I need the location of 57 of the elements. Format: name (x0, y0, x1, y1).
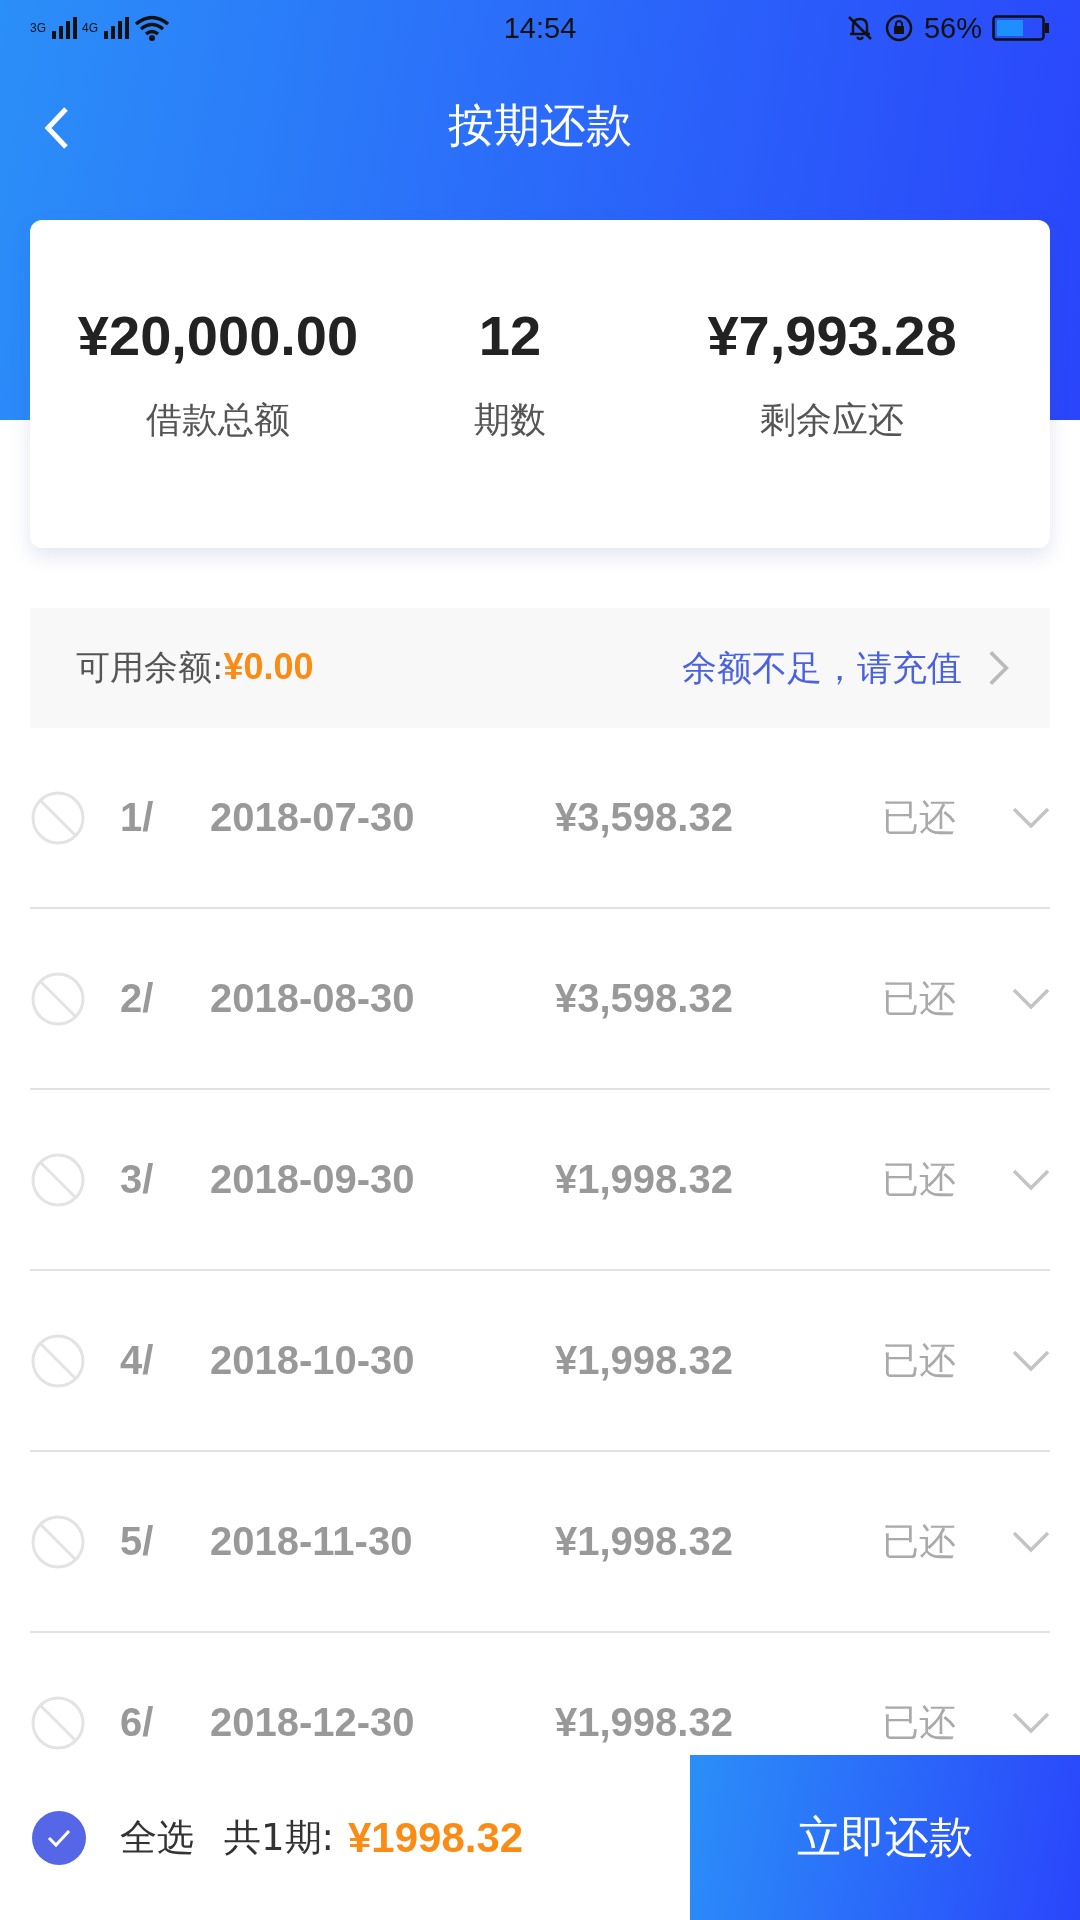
signal-icon (104, 17, 131, 39)
installment-amount: ¥1,998.32 (555, 1157, 734, 1202)
recharge-link[interactable]: 余额不足，请充值 (682, 644, 962, 692)
chevron-down-icon[interactable] (1012, 987, 1050, 1010)
summary-value: ¥7,993.28 (707, 308, 957, 364)
due-date: 2018-12-30 (210, 1700, 416, 1745)
pay-now-button[interactable]: 立即还款 (690, 1755, 1080, 1920)
battery-icon (992, 15, 1050, 41)
installment-index: 6/ (120, 1700, 155, 1745)
network-label: 3G (30, 21, 46, 35)
battery-percent: 56% (923, 11, 982, 45)
chevron-down-icon[interactable] (1012, 1349, 1050, 1372)
select-all-label: 全选 (120, 1814, 194, 1861)
network-label: 4G (82, 21, 99, 35)
installment-amount: ¥3,598.32 (555, 976, 734, 1021)
status-label: 已还 (882, 1156, 957, 1203)
summary-label: 借款总额 (146, 402, 290, 438)
installment-amount: ¥1,998.32 (555, 1519, 734, 1564)
summary-value: ¥20,000.00 (77, 308, 359, 364)
clock: 14:54 (503, 11, 577, 45)
summary-label: 期数 (474, 402, 546, 438)
status-label: 已还 (882, 975, 957, 1022)
installment-index: 5/ (120, 1519, 155, 1564)
muted-bell-icon (845, 14, 874, 42)
due-date: 2018-09-30 (210, 1157, 416, 1202)
page-title: 按期还款 (448, 97, 632, 154)
chevron-right-icon[interactable] (988, 649, 1010, 687)
balance-text: 可用余额:¥0.00 (76, 645, 315, 689)
chevron-down-icon[interactable] (1012, 1168, 1050, 1191)
check-icon (46, 1827, 72, 1848)
installment-index: 4/ (120, 1338, 155, 1383)
due-date: 2018-10-30 (210, 1338, 416, 1383)
wifi-icon (134, 15, 171, 41)
due-date: 2018-07-30 (210, 795, 416, 840)
installment-index: 1/ (120, 795, 155, 840)
summary-label: 剩余应还 (760, 402, 904, 438)
installment-amount: ¥1,998.32 (555, 1700, 734, 1745)
chevron-down-icon[interactable] (1012, 1711, 1050, 1734)
status-label: 已还 (882, 794, 957, 841)
due-date: 2018-08-30 (210, 976, 416, 1021)
status-label: 已还 (882, 1518, 957, 1565)
summary-value: 12 (478, 308, 542, 364)
status-label: 已还 (882, 1699, 957, 1746)
chevron-down-icon[interactable] (1012, 1530, 1050, 1553)
installment-index: 2/ (120, 976, 155, 1021)
back-icon[interactable] (44, 106, 70, 150)
installment-amount: ¥3,598.32 (555, 795, 734, 840)
signal-icon (52, 17, 78, 39)
due-date: 2018-11-30 (210, 1519, 414, 1564)
status-label: 已还 (882, 1337, 957, 1384)
selected-total: ¥1998.32 (348, 1813, 524, 1862)
select-all-checkbox[interactable] (32, 1810, 86, 1865)
installment-amount: ¥1,998.32 (555, 1338, 734, 1383)
rotation-lock-icon (883, 13, 914, 43)
selected-count: 共1期: (224, 1814, 334, 1861)
chevron-down-icon[interactable] (1012, 806, 1050, 829)
installment-index: 3/ (120, 1157, 155, 1202)
